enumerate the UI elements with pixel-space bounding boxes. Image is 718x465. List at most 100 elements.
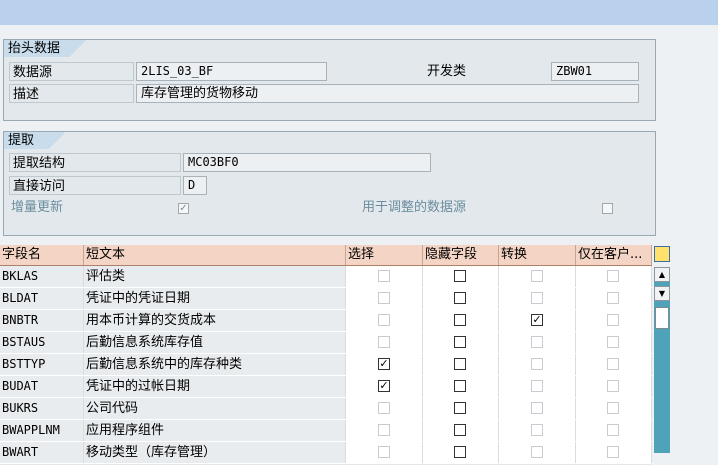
short-text-cell: 凭证中的过帐日期 bbox=[84, 376, 346, 397]
select-checkbox[interactable]: ✓ bbox=[378, 380, 390, 392]
extraction-group: 提取 提取结构 MC03BF0 直接访问 D 增量更新 ✓ 用于调整的数据源 bbox=[3, 131, 656, 236]
field-name-cell: BUKRS bbox=[0, 398, 84, 419]
hidden-checkbox[interactable] bbox=[454, 424, 466, 436]
short-text-cell: 公司代码 bbox=[84, 398, 346, 419]
table-row[interactable]: BSTAUS 后勤信息系统库存值 bbox=[0, 332, 652, 355]
select-checkbox[interactable] bbox=[378, 402, 390, 414]
col-header-select[interactable]: 选择 bbox=[346, 245, 423, 265]
convert-checkbox[interactable] bbox=[531, 402, 543, 414]
description-field[interactable]: 库存管理的货物移动 bbox=[136, 84, 639, 103]
client-cell bbox=[576, 376, 652, 397]
client-checkbox[interactable] bbox=[607, 336, 619, 348]
field-name-cell: BLDAT bbox=[0, 288, 84, 309]
select-checkbox[interactable] bbox=[378, 270, 390, 282]
hidden-checkbox[interactable] bbox=[454, 446, 466, 458]
header-data-group: 抬头数据 数据源 2LIS_03_BF 开发类 ZBW01 描述 库存管理的货物… bbox=[3, 39, 656, 121]
col-header-short-text[interactable]: 短文本 bbox=[84, 245, 346, 265]
client-checkbox[interactable] bbox=[607, 292, 619, 304]
client-checkbox[interactable] bbox=[607, 380, 619, 392]
client-checkbox[interactable] bbox=[607, 270, 619, 282]
col-header-client-only[interactable]: 仅在客户... bbox=[576, 245, 652, 265]
table-row[interactable]: BUKRS 公司代码 bbox=[0, 398, 652, 421]
select-checkbox[interactable] bbox=[378, 314, 390, 326]
field-name-cell: BSTAUS bbox=[0, 332, 84, 353]
client-checkbox[interactable] bbox=[607, 358, 619, 370]
table-row[interactable]: BSTTYP 后勤信息系统中的库存种类 ✓ bbox=[0, 354, 652, 377]
table-row[interactable]: BUDAT 凭证中的过帐日期 ✓ bbox=[0, 376, 652, 399]
client-cell bbox=[576, 420, 652, 441]
field-name-cell: BKLAS bbox=[0, 266, 84, 287]
hidden-cell bbox=[423, 420, 499, 441]
table-header: 字段名 短文本 选择 隐藏字段 转换 仅在客户... bbox=[0, 245, 652, 266]
short-text-cell: 后勤信息系统中的库存种类 bbox=[84, 354, 346, 375]
convert-checkbox[interactable] bbox=[531, 424, 543, 436]
description-label: 描述 bbox=[9, 84, 134, 103]
client-cell bbox=[576, 354, 652, 375]
table-row[interactable]: BKLAS 评估类 bbox=[0, 266, 652, 289]
convert-cell bbox=[499, 376, 576, 397]
client-checkbox[interactable] bbox=[607, 424, 619, 436]
select-checkbox[interactable] bbox=[378, 424, 390, 436]
client-checkbox[interactable] bbox=[607, 402, 619, 414]
datasource-label: 数据源 bbox=[9, 62, 134, 81]
hidden-cell bbox=[423, 288, 499, 309]
hidden-checkbox[interactable] bbox=[454, 380, 466, 392]
table-row[interactable]: BNBTR 用本币计算的交货成本 ✓ bbox=[0, 310, 652, 333]
client-cell bbox=[576, 310, 652, 331]
select-cell: ✓ bbox=[346, 376, 423, 397]
scroll-down-icon[interactable]: ▼ bbox=[654, 286, 670, 301]
short-text-cell: 评估类 bbox=[84, 266, 346, 287]
hidden-checkbox[interactable] bbox=[454, 270, 466, 282]
delta-update-label: 增量更新 bbox=[11, 200, 64, 215]
adjust-datasource-checkbox[interactable] bbox=[602, 203, 613, 214]
delta-update-checkbox[interactable]: ✓ bbox=[178, 203, 189, 214]
table-settings-icon[interactable] bbox=[654, 246, 670, 262]
hidden-checkbox[interactable] bbox=[454, 402, 466, 414]
short-text-cell: 凭证中的凭证日期 bbox=[84, 288, 346, 309]
hidden-cell bbox=[423, 310, 499, 331]
hidden-checkbox[interactable] bbox=[454, 292, 466, 304]
convert-cell: ✓ bbox=[499, 310, 576, 331]
convert-checkbox[interactable] bbox=[531, 270, 543, 282]
hidden-checkbox[interactable] bbox=[454, 314, 466, 326]
header-data-group-title: 抬头数据 bbox=[4, 40, 91, 57]
scroll-up-icon[interactable]: ▲ bbox=[654, 267, 670, 282]
scroll-thumb[interactable] bbox=[655, 307, 669, 329]
col-header-field-name[interactable]: 字段名 bbox=[0, 245, 84, 265]
vertical-scrollbar[interactable]: ▲ ▼ bbox=[654, 267, 670, 453]
col-header-hidden[interactable]: 隐藏字段 bbox=[423, 245, 499, 265]
select-cell bbox=[346, 332, 423, 353]
client-cell bbox=[576, 332, 652, 353]
convert-checkbox[interactable] bbox=[531, 446, 543, 458]
select-checkbox[interactable] bbox=[378, 336, 390, 348]
convert-cell bbox=[499, 354, 576, 375]
col-header-convert[interactable]: 转换 bbox=[499, 245, 576, 265]
select-cell bbox=[346, 288, 423, 309]
short-text-cell: 应用程序组件 bbox=[84, 420, 346, 441]
hidden-checkbox[interactable] bbox=[454, 358, 466, 370]
convert-cell bbox=[499, 266, 576, 287]
convert-checkbox[interactable]: ✓ bbox=[531, 314, 543, 326]
client-checkbox[interactable] bbox=[607, 446, 619, 458]
select-checkbox[interactable] bbox=[378, 446, 390, 458]
select-cell bbox=[346, 398, 423, 419]
client-checkbox[interactable] bbox=[607, 314, 619, 326]
convert-cell bbox=[499, 288, 576, 309]
datasource-field[interactable]: 2LIS_03_BF bbox=[136, 62, 327, 81]
select-checkbox[interactable]: ✓ bbox=[378, 358, 390, 370]
convert-checkbox[interactable] bbox=[531, 292, 543, 304]
convert-cell bbox=[499, 332, 576, 353]
devclass-field[interactable]: ZBW01 bbox=[551, 62, 639, 81]
convert-checkbox[interactable] bbox=[531, 380, 543, 392]
hidden-cell bbox=[423, 354, 499, 375]
table-row[interactable]: BLDAT 凭证中的凭证日期 bbox=[0, 288, 652, 311]
adjust-datasource-label: 用于调整的数据源 bbox=[362, 200, 467, 215]
table-row[interactable]: BWART 移动类型（库存管理） bbox=[0, 442, 652, 465]
table-row[interactable]: BWAPPLNM 应用程序组件 bbox=[0, 420, 652, 443]
select-checkbox[interactable] bbox=[378, 292, 390, 304]
convert-checkbox[interactable] bbox=[531, 358, 543, 370]
convert-checkbox[interactable] bbox=[531, 336, 543, 348]
extract-structure-field[interactable]: MC03BF0 bbox=[183, 153, 431, 172]
hidden-checkbox[interactable] bbox=[454, 336, 466, 348]
direct-access-field[interactable]: D bbox=[183, 176, 207, 195]
